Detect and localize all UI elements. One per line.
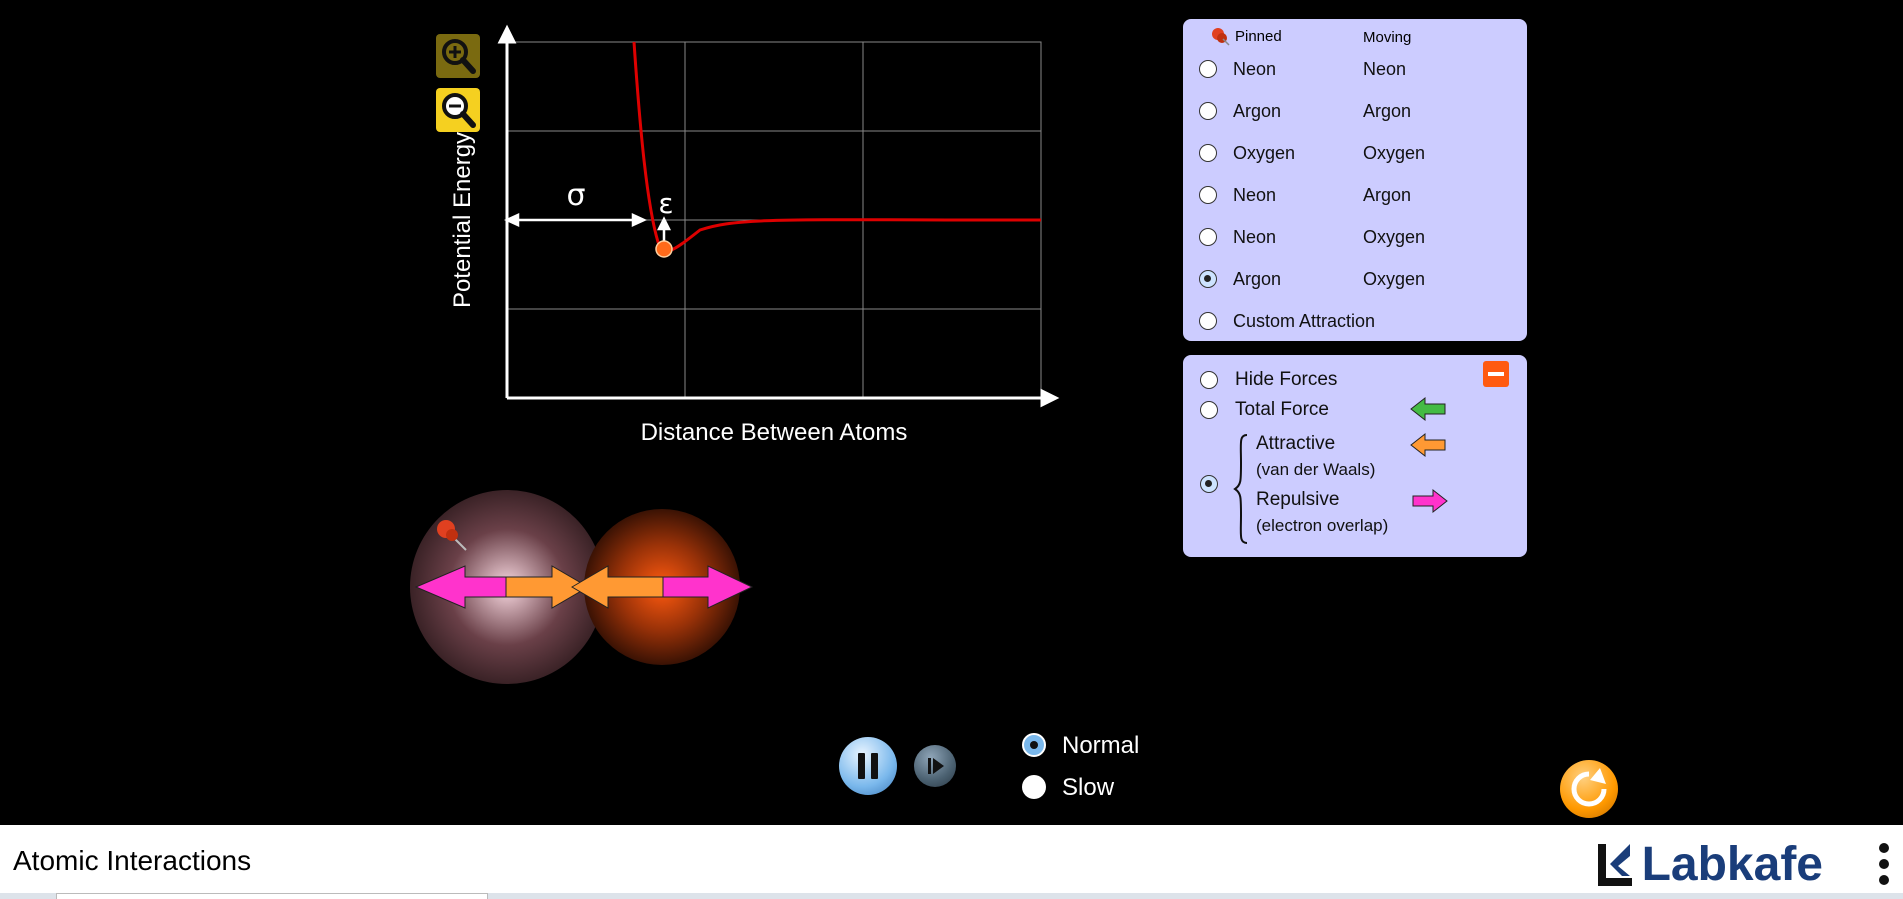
footer-bar: Atomic Interactions Labkafe: [0, 825, 1903, 899]
radio-button[interactable]: [1199, 312, 1217, 330]
pause-button[interactable]: [839, 737, 897, 795]
pinned-header: Pinned: [1209, 26, 1282, 46]
radio-button-selected[interactable]: [1022, 733, 1046, 757]
radio-button[interactable]: [1200, 401, 1218, 419]
repulsive-arrow-icon: [1412, 488, 1448, 514]
minus-icon: [1488, 372, 1504, 376]
brand-name: Labkafe: [1641, 838, 1823, 891]
sigma-label: σ: [566, 178, 585, 213]
atom-selection-panel: Pinned Moving Neon Neon Argon Argon Oxyg…: [1183, 19, 1527, 341]
simulation-area: σ ε Distance Between Atoms Potential Ene…: [0, 0, 1903, 825]
axes: [497, 24, 1060, 408]
forces-panel: Hide Forces Total Force Attractive (van …: [1183, 355, 1527, 557]
speed-normal-option[interactable]: Normal: [1022, 732, 1162, 762]
reset-button[interactable]: [1560, 760, 1618, 818]
atom-option-neon-oxygen[interactable]: Neon Oxygen: [1183, 225, 1527, 255]
x-axis-label: Distance Between Atoms: [641, 419, 908, 446]
app-title: Atomic Interactions: [13, 845, 252, 876]
radio-button[interactable]: [1199, 228, 1217, 246]
attractive-arrow-icon: [1410, 432, 1446, 458]
epsilon-arrow: [656, 216, 672, 243]
atoms-view: [410, 490, 754, 684]
position-marker[interactable]: [655, 240, 673, 258]
reset-icon: [1571, 768, 1607, 807]
radio-button-selected[interactable]: [1199, 270, 1217, 288]
epsilon-label: ε: [658, 187, 673, 220]
sigma-arrow: [503, 213, 648, 227]
radio-button[interactable]: [1200, 371, 1218, 389]
moving-header: Moving: [1363, 29, 1412, 46]
speed-slow-option[interactable]: Slow: [1022, 774, 1162, 804]
pin-icon: [1212, 28, 1230, 46]
atom-option-oxygen-oxygen[interactable]: Oxygen Oxygen: [1183, 141, 1527, 171]
potential-energy-graph: σ ε Distance Between Atoms Potential Ene…: [449, 24, 1060, 446]
total-force-arrow-icon: [1410, 396, 1446, 422]
hide-forces-option[interactable]: Hide Forces: [1183, 367, 1463, 393]
footer-tab: [56, 893, 488, 899]
atom-option-argon-argon[interactable]: Argon Argon: [1183, 99, 1527, 129]
menu-icon[interactable]: [1877, 843, 1891, 887]
step-button[interactable]: [914, 745, 956, 787]
collapse-button[interactable]: [1483, 361, 1509, 387]
step-forward-icon: [928, 758, 944, 774]
radio-button[interactable]: [1022, 775, 1046, 799]
radio-button-selected[interactable]: [1200, 475, 1218, 493]
radio-button[interactable]: [1199, 144, 1217, 162]
radio-button[interactable]: [1199, 186, 1217, 204]
labkafe-logo-icon: [1597, 843, 1632, 886]
radio-button[interactable]: [1199, 60, 1217, 78]
atom-option-argon-oxygen[interactable]: Argon Oxygen: [1183, 267, 1527, 297]
labkafe-logo: Labkafe: [1596, 837, 1823, 892]
atom-option-custom[interactable]: Custom Attraction: [1183, 309, 1527, 339]
radio-button[interactable]: [1199, 102, 1217, 120]
brace-icon: [1233, 434, 1248, 544]
y-axis-label: Potential Energy: [449, 132, 476, 308]
atom-option-neon-argon[interactable]: Neon Argon: [1183, 183, 1527, 213]
atom-option-neon-neon[interactable]: Neon Neon: [1183, 57, 1527, 87]
